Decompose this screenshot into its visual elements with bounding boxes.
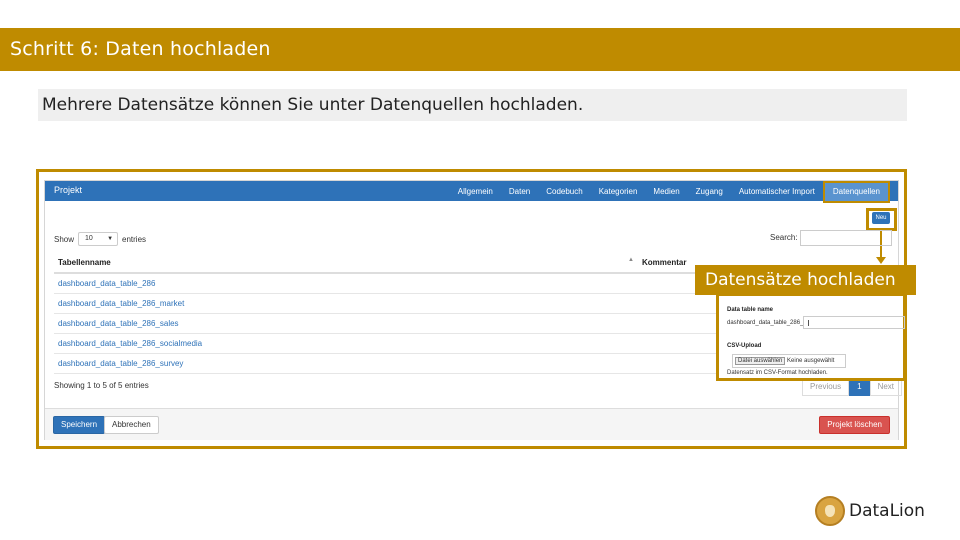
new-button-highlight [866, 208, 897, 231]
tab-codebuch[interactable]: Codebuch [538, 181, 590, 201]
upload-popup: Data table name dashboard_data_table_286… [716, 293, 906, 381]
entries-label: entries [122, 234, 147, 244]
panel-footer: Speichern Abbrechen Projekt löschen [45, 408, 898, 440]
text-cursor [808, 320, 809, 326]
table-name-label: Data table name [727, 307, 774, 313]
choose-file-button[interactable]: Datei auswählen [735, 357, 786, 365]
entries-value: 10 [85, 235, 93, 242]
lion-icon [815, 496, 845, 526]
search-label: Search: [770, 233, 798, 242]
slide-subtitle: Mehrere Datensätze können Sie unter Date… [38, 89, 907, 121]
callout-label: Datensätze hochladen [695, 265, 916, 295]
tab-automatischer-import[interactable]: Automatischer Import [731, 181, 823, 201]
tab-datenquellen[interactable]: Datenquellen [822, 181, 890, 203]
tab-allgemein[interactable]: Allgemein [450, 181, 501, 201]
logo-text: DataLion [849, 501, 925, 521]
column-header-kommentar[interactable]: Kommentar [642, 258, 686, 267]
slide-banner: Schritt 6: Daten hochladen [0, 28, 960, 71]
datalion-logo: DataLion [815, 496, 925, 526]
panel-title: Projekt [54, 185, 83, 195]
column-header-tabellenname[interactable]: Tabellenname [58, 258, 111, 267]
upload-hint: Datensatz im CSV-Format hochladen. [727, 370, 828, 376]
project-nav: Allgemein Daten Codebuch Kategorien Medi… [450, 181, 890, 203]
cancel-button[interactable]: Abbrechen [104, 416, 159, 434]
csv-upload-label: CSV-Upload [727, 343, 762, 349]
delete-project-button[interactable]: Projekt löschen [819, 416, 890, 434]
table-name-prefix: dashboard_data_table_286_ [727, 320, 804, 326]
tab-kategorien[interactable]: Kategorien [591, 181, 646, 201]
tab-medien[interactable]: Medien [645, 181, 687, 201]
file-status: Keine ausgewählt [787, 358, 835, 364]
entries-control: Show 10 ▼ entries [54, 232, 146, 246]
callout-arrow-head [876, 257, 886, 264]
sort-up-icon[interactable]: ▲ [628, 257, 634, 263]
show-label: Show [54, 234, 75, 244]
search-input[interactable] [800, 230, 892, 246]
tab-daten[interactable]: Daten [501, 181, 538, 201]
table-info: Showing 1 to 5 of 5 entries [54, 381, 149, 390]
panel-header: Projekt Allgemein Daten Codebuch Kategor… [45, 181, 898, 203]
chevron-down-icon: ▼ [107, 236, 114, 242]
save-button[interactable]: Speichern [53, 416, 106, 434]
tab-zugang[interactable]: Zugang [688, 181, 731, 201]
file-picker[interactable]: Datei auswählen Keine ausgewählt [732, 354, 846, 368]
entries-select[interactable]: 10 ▼ [78, 232, 119, 246]
table-name-input[interactable] [803, 316, 905, 329]
